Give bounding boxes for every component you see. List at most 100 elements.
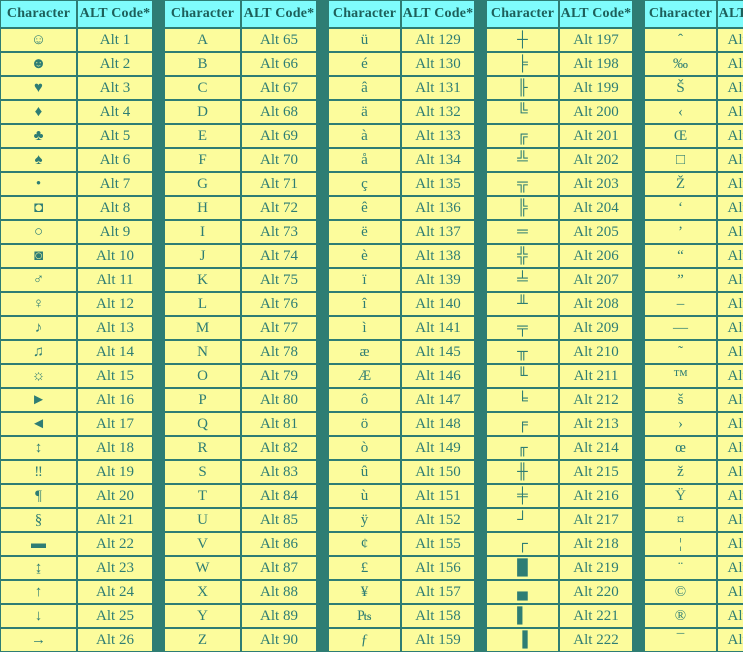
table-row: •Alt 7 GAlt 71 çAlt 135 ╦Alt 203 ŽAlt 0142 xyxy=(0,172,743,196)
character-cell: ž xyxy=(644,460,717,484)
alt-code-cell: Alt 208 xyxy=(559,292,633,316)
alt-code-cell: Alt 218 xyxy=(559,532,633,556)
alt-code-cell: Alt 16 xyxy=(77,388,153,412)
character-cell: ╧ xyxy=(486,268,559,292)
character-cell: › xyxy=(644,412,717,436)
column-group-separator xyxy=(633,628,644,652)
table-row: ☻Alt 2 BAlt 66 éAlt 130 ╞Alt 198 ‰Alt 0137 xyxy=(0,52,743,76)
alt-code-cell: Alt 84 xyxy=(241,484,317,508)
column-group-separator xyxy=(475,580,486,604)
alt-code-cell: Alt 70 xyxy=(241,148,317,172)
alt-code-cell: Alt 73 xyxy=(241,220,317,244)
column-group-separator xyxy=(153,28,164,52)
alt-code-cell: Alt 0141 xyxy=(717,148,743,172)
character-cell: — xyxy=(644,316,717,340)
character-cell: ♂ xyxy=(0,268,77,292)
table-row: ♣Alt 5 EAlt 69 àAlt 133 ╔Alt 201 ŒAlt 0140 xyxy=(0,124,743,148)
character-cell: ▐ xyxy=(486,628,559,652)
column-group-separator xyxy=(633,172,644,196)
alt-code-cell: Alt 206 xyxy=(559,244,633,268)
alt-code-cell: Alt 5 xyxy=(77,124,153,148)
alt-code-cell: Alt 66 xyxy=(241,52,317,76)
character-cell: E xyxy=(164,124,241,148)
column-group-separator xyxy=(633,412,644,436)
table-row: ↑Alt 24 XAlt 88 ¥Alt 157 ▄Alt 220 ©Alt 0169 xyxy=(0,580,743,604)
column-group-separator xyxy=(153,172,164,196)
alt-code-cell: Alt 0152 xyxy=(717,340,743,364)
alt-code-cell: Alt 155 xyxy=(401,532,475,556)
character-cell: œ xyxy=(644,436,717,460)
column-group-separator xyxy=(633,148,644,172)
character-cell: ↑ xyxy=(0,580,77,604)
column-group-separator xyxy=(153,244,164,268)
alt-code-cell: Alt 129 xyxy=(401,28,475,52)
alt-code-cell: Alt 20 xyxy=(77,484,153,508)
column-group-separator xyxy=(317,364,328,388)
character-cell: M xyxy=(164,316,241,340)
column-group-separator xyxy=(153,580,164,604)
character-cell: ☺ xyxy=(0,28,77,52)
character-cell: ä xyxy=(328,100,401,124)
character-cell: ‰ xyxy=(644,52,717,76)
character-cell: è xyxy=(328,244,401,268)
character-cell: H xyxy=(164,196,241,220)
column-group-separator xyxy=(153,52,164,76)
alt-code-cell: Alt 204 xyxy=(559,196,633,220)
column-group-separator xyxy=(633,436,644,460)
character-cell: î xyxy=(328,292,401,316)
alt-code-cell: Alt 0158 xyxy=(717,460,743,484)
alt-code-cell: Alt 4 xyxy=(77,100,153,124)
column-group-separator xyxy=(475,556,486,580)
column-group-separator xyxy=(153,76,164,100)
character-cell: Y xyxy=(164,604,241,628)
column-group-separator xyxy=(153,316,164,340)
character-cell: C xyxy=(164,76,241,100)
alt-code-cell: Alt 0168 xyxy=(717,556,743,580)
alt-code-cell: Alt 140 xyxy=(401,292,475,316)
column-group-separator xyxy=(475,532,486,556)
column-group-separator xyxy=(475,460,486,484)
character-cell: Ž xyxy=(644,172,717,196)
column-group-separator xyxy=(475,412,486,436)
character-cell: X xyxy=(164,580,241,604)
column-group-separator xyxy=(153,0,164,28)
alt-code-cell: Alt 131 xyxy=(401,76,475,100)
alt-code-cell: Alt 210 xyxy=(559,340,633,364)
alt-code-cell: Alt 0136 xyxy=(717,28,743,52)
column-group-separator xyxy=(153,220,164,244)
character-cell: ╫ xyxy=(486,460,559,484)
character-cell: ▄ xyxy=(486,580,559,604)
table-header: Character ALT Code* Character ALT Code* Char… xyxy=(0,0,743,28)
alt-code-cell: Alt 22 xyxy=(77,532,153,556)
alt-code-cell: Alt 1 xyxy=(77,28,153,52)
column-group-separator xyxy=(633,532,644,556)
character-cell: O xyxy=(164,364,241,388)
column-group-separator xyxy=(317,388,328,412)
character-cell: ► xyxy=(0,388,77,412)
character-cell: ╠ xyxy=(486,196,559,220)
character-cell: ┘ xyxy=(486,508,559,532)
table-row: ↓Alt 25 YAlt 89 ₧Alt 158 ▌Alt 221 ®Alt 0174 xyxy=(0,604,743,628)
character-cell: à xyxy=(328,124,401,148)
character-cell: ╟ xyxy=(486,76,559,100)
character-cell: û xyxy=(328,460,401,484)
column-group-separator xyxy=(153,364,164,388)
alt-code-cell: Alt 88 xyxy=(241,580,317,604)
table-row: ↕Alt 18 RAlt 82 òAlt 149 ╓Alt 214 œAlt 0156 xyxy=(0,436,743,460)
column-group-separator xyxy=(317,604,328,628)
column-group-separator xyxy=(153,532,164,556)
alt-code-cell: Alt 159 xyxy=(401,628,475,652)
header-alt-code-1: ALT Code* xyxy=(241,0,317,28)
character-cell: R xyxy=(164,436,241,460)
character-cell: ç xyxy=(328,172,401,196)
column-group-separator xyxy=(475,172,486,196)
alt-code-cell: Alt 0146 xyxy=(717,220,743,244)
column-group-separator xyxy=(317,124,328,148)
column-group-separator xyxy=(633,244,644,268)
alt-code-cell: Alt 0156 xyxy=(717,436,743,460)
alt-code-cell: Alt 74 xyxy=(241,244,317,268)
alt-code-cell: Alt 205 xyxy=(559,220,633,244)
character-cell: ╬ xyxy=(486,244,559,268)
alt-code-cell: Alt 216 xyxy=(559,484,633,508)
header-alt-code-2: ALT Code* xyxy=(401,0,475,28)
